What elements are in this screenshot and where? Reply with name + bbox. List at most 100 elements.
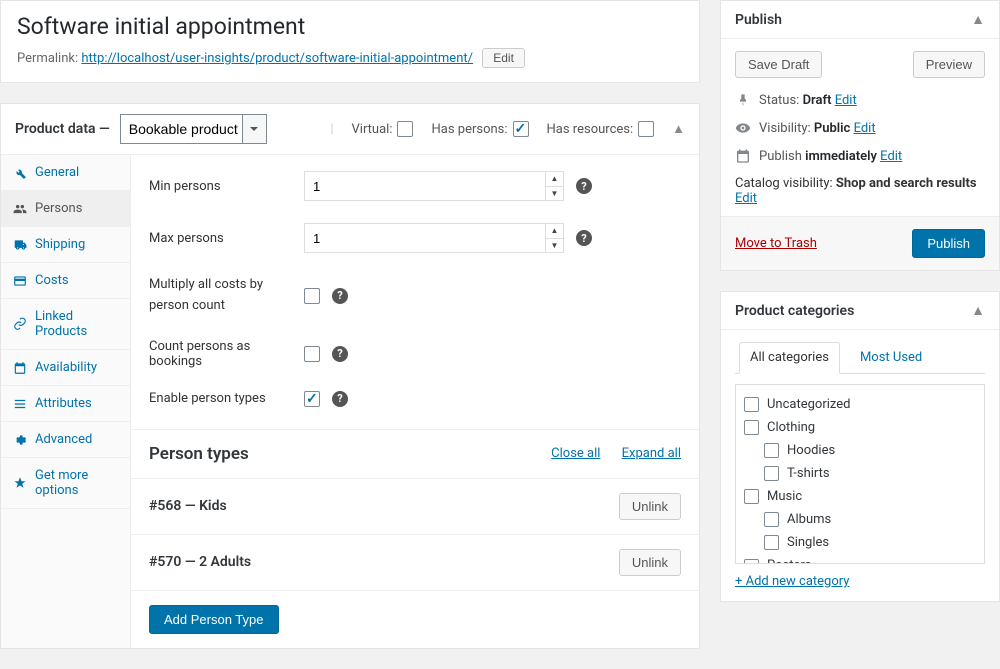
- category-checkbox[interactable]: [744, 420, 759, 435]
- min-persons-input[interactable]: ▲▼: [304, 171, 564, 201]
- calendar-icon: [735, 148, 751, 164]
- expand-all-link[interactable]: Expand all: [622, 446, 681, 461]
- category-checkbox[interactable]: [744, 397, 759, 412]
- collapse-toggle-icon[interactable]: ▲: [971, 302, 985, 319]
- permalink-label: Permalink:: [17, 51, 78, 66]
- product-data-content: Min persons ▲▼ ? Max persons ▲▼: [131, 155, 699, 648]
- tab-all-categories[interactable]: All categories: [739, 342, 840, 374]
- product-data-tabs: General Persons Shipping Costs Linked Pr…: [1, 155, 131, 648]
- category-checkbox[interactable]: [744, 559, 759, 565]
- help-icon[interactable]: ?: [332, 391, 348, 407]
- enable-types-checkbox[interactable]: [304, 391, 320, 407]
- permalink-edit-button[interactable]: Edit: [482, 48, 525, 68]
- tab-attributes[interactable]: Attributes: [1, 386, 130, 421]
- tab-shipping[interactable]: Shipping: [1, 227, 130, 262]
- tab-advanced[interactable]: Advanced: [1, 422, 130, 457]
- count-bookings-label: Count persons as bookings: [149, 339, 304, 369]
- publish-box: Publish▲ Save Draft Preview Status: Draf…: [720, 0, 1000, 271]
- category-checkbox[interactable]: [764, 512, 779, 527]
- has-persons-checkbox[interactable]: [513, 121, 529, 137]
- step-down-icon[interactable]: ▼: [546, 187, 563, 201]
- category-checkbox[interactable]: [744, 489, 759, 504]
- tab-linked[interactable]: Linked Products: [1, 299, 130, 349]
- virtual-checkbox[interactable]: [397, 121, 413, 137]
- wrench-icon: [13, 166, 27, 180]
- max-persons-input[interactable]: ▲▼: [304, 223, 564, 253]
- help-icon[interactable]: ?: [332, 346, 348, 362]
- publish-button[interactable]: Publish: [912, 229, 985, 258]
- pin-icon: [735, 92, 751, 108]
- collapse-toggle-icon[interactable]: ▲: [672, 121, 685, 137]
- person-type-item: #570 — 2 Adults Unlink: [131, 534, 699, 590]
- category-checkbox[interactable]: [764, 466, 779, 481]
- permalink-row: Permalink: http://localhost/user-insight…: [17, 48, 683, 68]
- category-item[interactable]: Posters: [744, 554, 976, 564]
- category-item[interactable]: Singles: [744, 531, 976, 554]
- star-icon: [13, 476, 27, 490]
- help-icon[interactable]: ?: [576, 178, 592, 194]
- gear-icon: [13, 433, 27, 447]
- add-person-type-button[interactable]: Add Person Type: [149, 605, 279, 634]
- person-type-item: #568 — Kids Unlink: [131, 478, 699, 534]
- step-up-icon[interactable]: ▲: [546, 172, 563, 187]
- move-to-trash-link[interactable]: Move to Trash: [735, 236, 817, 251]
- persons-icon: [13, 202, 27, 216]
- category-checkbox[interactable]: [764, 535, 779, 550]
- edit-catalog-link[interactable]: Edit: [735, 191, 757, 206]
- category-list[interactable]: UncategorizedClothingHoodiesT-shirtsMusi…: [735, 384, 985, 564]
- virtual-checkbox-label[interactable]: Virtual:: [352, 121, 414, 137]
- multiply-costs-checkbox[interactable]: [304, 288, 320, 304]
- collapse-toggle-icon[interactable]: ▲: [971, 11, 985, 28]
- unlink-button[interactable]: Unlink: [619, 549, 681, 576]
- tab-persons[interactable]: Persons: [1, 191, 130, 226]
- categories-box: Product categories ▲ All categories Most …: [720, 291, 1000, 602]
- list-icon: [13, 397, 27, 411]
- category-item[interactable]: Music: [744, 485, 976, 508]
- category-item[interactable]: Uncategorized: [744, 393, 976, 416]
- category-item[interactable]: Clothing: [744, 416, 976, 439]
- has-resources-checkbox[interactable]: [638, 121, 654, 137]
- tab-most-used[interactable]: Most Used: [856, 342, 926, 373]
- tab-more-options[interactable]: Get more options: [1, 458, 130, 508]
- save-draft-button[interactable]: Save Draft: [735, 51, 822, 78]
- step-down-icon[interactable]: ▼: [546, 239, 563, 253]
- product-type-select[interactable]: Bookable product: [120, 114, 267, 144]
- help-icon[interactable]: ?: [332, 288, 348, 304]
- permalink-link[interactable]: http://localhost/user-insights/product/s…: [81, 51, 473, 66]
- help-icon[interactable]: ?: [576, 230, 592, 246]
- has-resources-checkbox-label[interactable]: Has resources:: [547, 121, 655, 137]
- product-data-head: Product data — Bookable product | Virtua…: [1, 104, 699, 155]
- link-icon: [13, 317, 27, 331]
- catalog-visibility-row: Catalog visibility: Shop and search resu…: [735, 176, 985, 206]
- tab-availability[interactable]: Availability: [1, 350, 130, 385]
- card-icon: [13, 274, 27, 288]
- multiply-costs-label: Multiply all costs by person count: [149, 275, 304, 317]
- preview-button[interactable]: Preview: [913, 51, 985, 78]
- person-types-section: Person types Close all Expand all #568 —…: [131, 429, 699, 648]
- count-bookings-checkbox[interactable]: [304, 346, 320, 362]
- edit-status-link[interactable]: Edit: [835, 93, 857, 108]
- page-title: Software initial appointment: [17, 13, 683, 40]
- step-up-icon[interactable]: ▲: [546, 224, 563, 239]
- category-tabs: All categories Most Used: [735, 342, 985, 374]
- categories-title: Product categories: [735, 303, 854, 319]
- tab-costs[interactable]: Costs: [1, 263, 130, 298]
- truck-icon: [13, 238, 27, 252]
- product-data-label: Product data —: [15, 121, 110, 137]
- edit-visibility-link[interactable]: Edit: [854, 121, 876, 136]
- enable-types-label: Enable person types: [149, 391, 304, 406]
- tab-general[interactable]: General: [1, 155, 130, 190]
- max-persons-label: Max persons: [149, 231, 304, 246]
- has-persons-checkbox-label[interactable]: Has persons:: [431, 121, 528, 137]
- unlink-button[interactable]: Unlink: [619, 493, 681, 520]
- add-category-link[interactable]: + Add new category: [735, 574, 849, 589]
- calendar-icon: [13, 361, 27, 375]
- category-checkbox[interactable]: [764, 443, 779, 458]
- product-data-panel: Product data — Bookable product | Virtua…: [0, 103, 700, 649]
- category-item[interactable]: Hoodies: [744, 439, 976, 462]
- category-item[interactable]: T-shirts: [744, 462, 976, 485]
- edit-schedule-link[interactable]: Edit: [880, 149, 902, 164]
- min-persons-label: Min persons: [149, 179, 304, 194]
- close-all-link[interactable]: Close all: [551, 446, 600, 461]
- category-item[interactable]: Albums: [744, 508, 976, 531]
